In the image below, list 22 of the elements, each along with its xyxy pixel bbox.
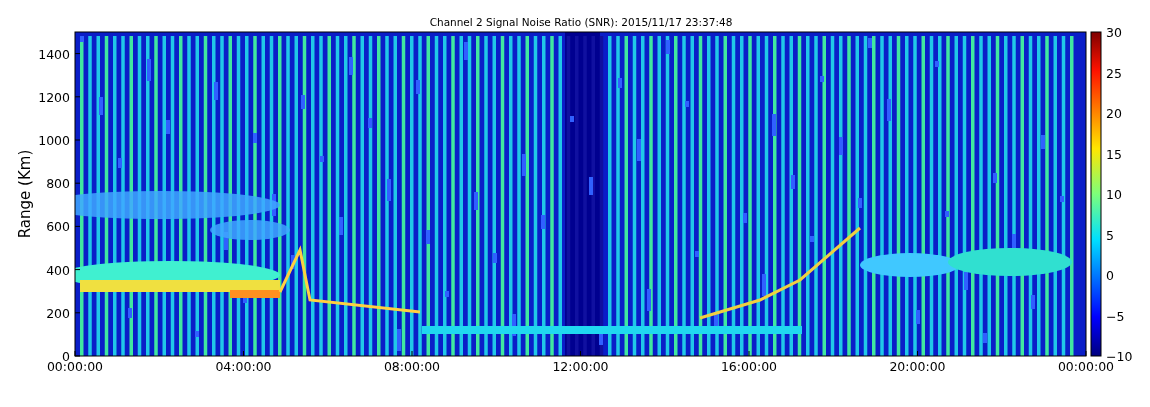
x-tick-label: 12:00:00 [552, 359, 609, 374]
x-tick-label: 04:00:00 [215, 359, 272, 374]
colorbar-tick-label: 0 [1106, 268, 1114, 283]
x-tick-label: 16:00:00 [720, 359, 778, 374]
colorbar-tick-label: 10 [1106, 187, 1122, 202]
colorbar-tick-label: 20 [1106, 106, 1122, 121]
colorbar-tick-label: 15 [1106, 146, 1122, 162]
colorbar-tick-label: 30 [1106, 25, 1122, 40]
y-tick-label: 1400 [38, 46, 70, 62]
x-tick-label: 08:00:00 [383, 359, 441, 374]
x-tick-label: 20:00:00 [889, 359, 946, 374]
chart-title: Channel 2 Signal Noise Ratio (SNR): 2015/11/17 23:37:48 [429, 16, 733, 28]
y-tick-label: 800 [46, 176, 70, 192]
y-tick-label: 400 [46, 262, 70, 278]
y-tick-label: 600 [46, 219, 70, 235]
y-tick-label: 1200 [38, 89, 70, 105]
y-tick-label: 200 [46, 305, 70, 321]
colorbar-tick-label: −5 [1106, 308, 1125, 324]
y-axis-label: Range (Km) [16, 149, 34, 239]
colorbar-tick-label: 5 [1106, 227, 1114, 243]
colorbar-tick-label: 25 [1106, 65, 1122, 81]
y-tick-label: 1000 [38, 133, 70, 148]
